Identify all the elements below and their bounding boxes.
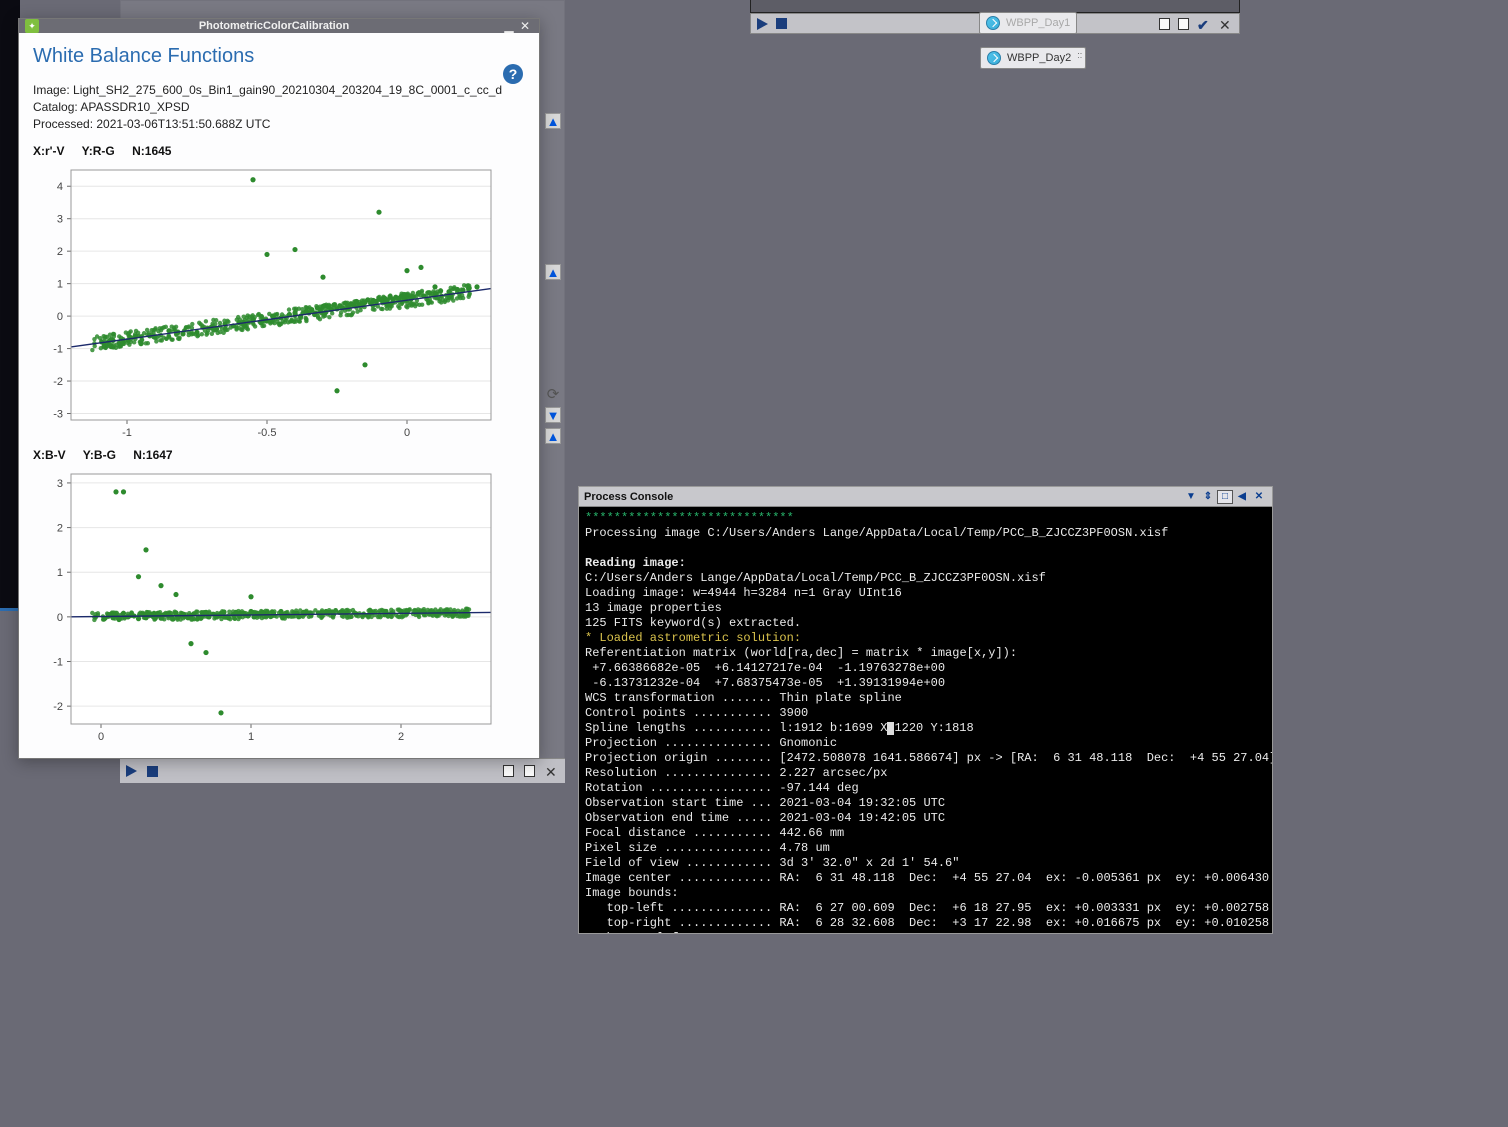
chart2: -2 -1 0 1 2 3 0 1 2	[33, 466, 501, 746]
svg-text:0: 0	[98, 731, 104, 743]
chart1: -3 -2 -1 0 1 2 3 4 -1 -0.5 0	[33, 162, 501, 442]
svg-text:1: 1	[57, 279, 63, 291]
docs-icon[interactable]	[524, 765, 535, 777]
docs-icon[interactable]	[1178, 18, 1189, 30]
refresh-icon[interactable]: ⟳	[545, 386, 561, 402]
wbpp-day1-tab[interactable]: WBPP_Day1	[979, 12, 1077, 34]
meta-block: Image: Light_SH2_275_600_0s_Bin1_gain90_…	[33, 82, 525, 132]
console-title: Process Console	[584, 491, 1182, 503]
pcc-window: ✦ PhotometricColorCalibration ▁ ✕ White …	[18, 18, 540, 759]
wbpp-day2-label: WBPP_Day2	[1007, 52, 1071, 64]
wbpp-day2-tab[interactable]: WBPP_Day2 ::	[980, 47, 1086, 69]
console-back-button[interactable]: ◀	[1234, 490, 1250, 504]
svg-text:-3: -3	[53, 409, 63, 421]
console-output: ***************************** Processing…	[579, 507, 1272, 933]
section-expand-arrow[interactable]: ▼	[545, 407, 561, 423]
section-collapse-arrow[interactable]: ▲	[545, 264, 561, 280]
chart2-n: N:1647	[133, 448, 172, 462]
svg-text:3: 3	[57, 478, 63, 490]
svg-text:-1: -1	[122, 427, 132, 439]
script-icon	[987, 51, 1001, 65]
close-button[interactable]: ✕	[517, 19, 533, 33]
new-instance-icon[interactable]	[503, 765, 514, 777]
page-title: White Balance Functions	[33, 45, 525, 68]
svg-text:3: 3	[57, 214, 63, 226]
script-icon	[986, 16, 1000, 30]
chart2-y: Y:B-G	[83, 448, 116, 462]
svg-text:-0.5: -0.5	[258, 427, 277, 439]
svg-text:1: 1	[57, 568, 63, 580]
svg-text:2: 2	[57, 247, 63, 259]
console-expand-button[interactable]: ⇕	[1200, 490, 1216, 504]
svg-text:0: 0	[57, 311, 63, 323]
chart2-x: X:B-V	[33, 448, 66, 462]
console-titlebar[interactable]: Process Console ▼ ⇕ □ ◀ ✕	[579, 487, 1272, 507]
minimize-button[interactable]: ▁	[501, 19, 517, 33]
app-icon: ✦	[25, 19, 39, 33]
meta-image: Image: Light_SH2_275_600_0s_Bin1_gain90_…	[33, 82, 525, 99]
svg-text:0: 0	[57, 612, 63, 624]
window-title: PhotometricColorCalibration	[47, 20, 501, 32]
help-button[interactable]: ?	[503, 64, 523, 84]
chart1-n: N:1645	[132, 144, 171, 158]
svg-text:2: 2	[57, 523, 63, 535]
svg-text:4: 4	[57, 182, 63, 194]
wbpp-day1-label: WBPP_Day1	[1006, 17, 1070, 29]
console-close-button[interactable]: ✕	[1251, 490, 1267, 504]
apply-icon[interactable]	[757, 18, 768, 30]
section-collapse-arrow[interactable]: ▲	[545, 113, 561, 129]
chart1-label: X:r'-V Y:R-G N:1645	[33, 144, 525, 158]
section-collapse-arrow[interactable]: ▲	[545, 428, 561, 444]
apply-global-icon[interactable]	[147, 766, 158, 777]
svg-text:2: 2	[398, 731, 404, 743]
svg-text:0: 0	[404, 427, 410, 439]
starfield-divider	[0, 608, 20, 611]
iconized-window-area: ✔ ✕ WBPP_Day1	[750, 0, 1276, 42]
chart1-y: Y:R-G	[82, 144, 115, 158]
background-pcc-toolbar: ✕	[120, 758, 565, 783]
svg-text:-2: -2	[53, 702, 63, 714]
dock-handle-icon[interactable]: ::	[1077, 50, 1082, 60]
pcc-titlebar[interactable]: ✦ PhotometricColorCalibration ▁ ✕	[19, 19, 539, 33]
process-console-window: Process Console ▼ ⇕ □ ◀ ✕ **************…	[578, 486, 1273, 934]
new-instance-icon[interactable]	[1159, 18, 1170, 30]
svg-text:-2: -2	[53, 376, 63, 388]
pcc-body: White Balance Functions ? Image: Light_S…	[19, 33, 539, 758]
svg-text:-1: -1	[53, 657, 63, 669]
apply-global-icon[interactable]	[776, 18, 787, 29]
chart1-x: X:r'-V	[33, 144, 65, 158]
svg-text:-1: -1	[53, 344, 63, 356]
chart2-label: X:B-V Y:B-G N:1647	[33, 448, 525, 462]
console-maximize-button[interactable]: □	[1217, 490, 1233, 504]
starfield-strip	[0, 0, 20, 610]
reset-icon[interactable]: ✕	[1219, 17, 1233, 31]
meta-catalog: Catalog: APASSDR10_XPSD	[33, 99, 525, 116]
apply-icon[interactable]	[126, 765, 137, 777]
console-dropdown-button[interactable]: ▼	[1183, 490, 1199, 504]
reset-icon[interactable]: ✕	[545, 764, 559, 778]
check-icon[interactable]: ✔	[1197, 17, 1211, 31]
meta-processed: Processed: 2021-03-06T13:51:50.688Z UTC	[33, 116, 525, 133]
svg-text:1: 1	[248, 731, 254, 743]
